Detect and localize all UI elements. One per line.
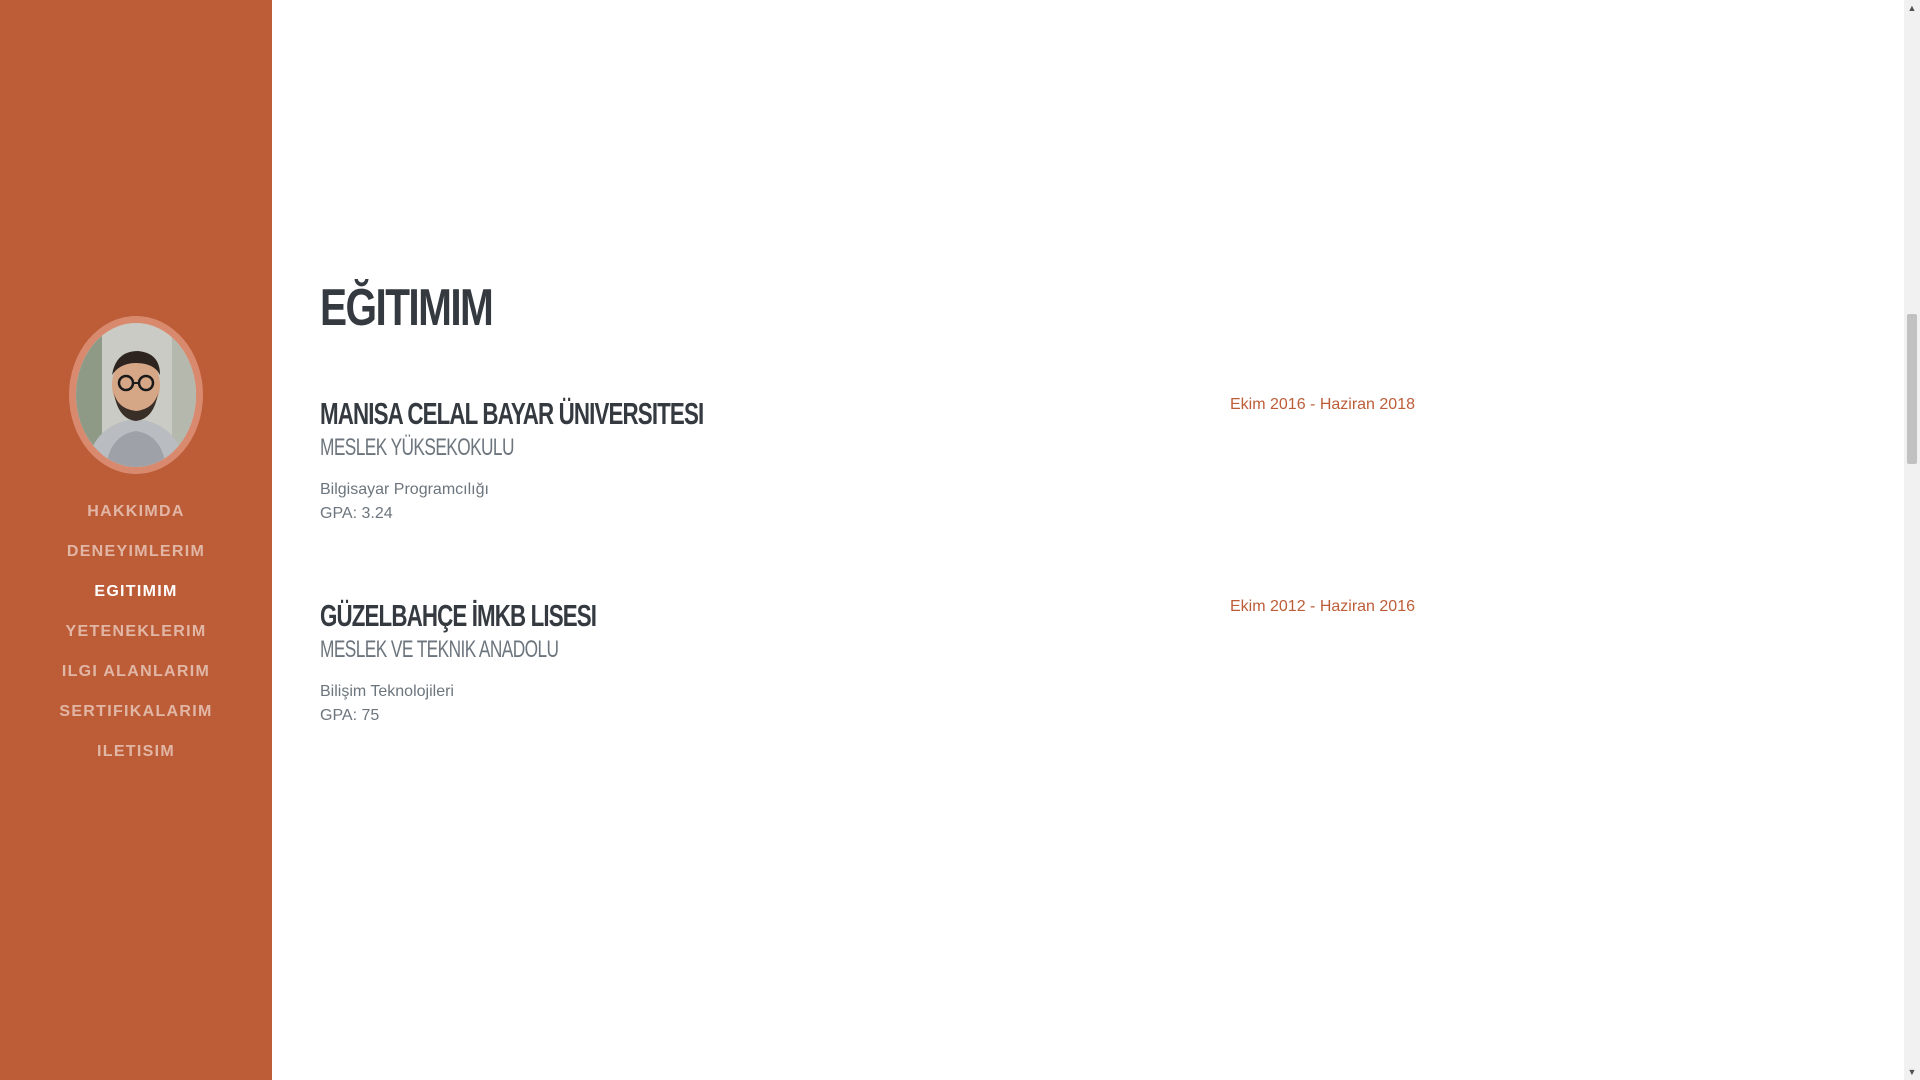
profile-photo	[76, 323, 196, 467]
program-name: Bilgisayar Programcılığı	[320, 481, 489, 498]
school-unit: MESLEK VE TEKNIK ANADOLU	[320, 636, 559, 663]
gpa-value: GPA: 75	[320, 707, 380, 724]
avatar-frame	[69, 316, 203, 474]
nav-item-deneyimlerim: DENEYIMLERIM	[0, 536, 272, 576]
nav-item-yeteneklerim: YETENEKLERIM	[0, 616, 272, 656]
date-range: Ekim 2016 - Haziran 2018	[1230, 396, 1415, 413]
scroll-down-arrow-icon[interactable]: ▼	[1904, 1064, 1920, 1080]
scroll-up-arrow-icon[interactable]: ▲	[1904, 0, 1920, 16]
nav-link-ilgi-alanlarim[interactable]: ILGI ALANLARIM	[62, 663, 210, 680]
scrollbar-thumb[interactable]	[1907, 314, 1917, 464]
sidebar: HAKKIMDA DENEYIMLERIM EGITIMIM YETENEKLE…	[0, 0, 272, 1080]
main-content: EĞITIMIM MANISA CELAL BAYAR ÜNIVERSITESI…	[272, 0, 1904, 1080]
avatar[interactable]	[76, 323, 196, 467]
school-name: MANISA CELAL BAYAR ÜNIVERSITESI	[320, 396, 704, 431]
education-entry: MANISA CELAL BAYAR ÜNIVERSITESI MESLEK Y…	[320, 396, 1460, 526]
gpa-value: GPA: 3.24	[320, 505, 393, 522]
nav-link-hakkimda[interactable]: HAKKIMDA	[87, 503, 185, 520]
sidebar-nav: HAKKIMDA DENEYIMLERIM EGITIMIM YETENEKLE…	[0, 496, 272, 776]
nav-item-iletisim: ILETISIM	[0, 736, 272, 776]
vertical-scrollbar[interactable]: ▲ ▼	[1904, 0, 1920, 1080]
nav-item-sertifikalarim: SERTIFIKALARIM	[0, 696, 272, 736]
program-name: Bilişim Teknolojileri	[320, 683, 454, 700]
nav-item-hakkimda: HAKKIMDA	[0, 496, 272, 536]
nav-item-egitimim: EGITIMIM	[0, 576, 272, 616]
nav-link-iletisim[interactable]: ILETISIM	[97, 743, 175, 760]
date-range: Ekim 2012 - Haziran 2016	[1230, 598, 1415, 615]
nav-link-yeteneklerim[interactable]: YETENEKLERIM	[66, 623, 207, 640]
nav-link-sertifikalarim[interactable]: SERTIFIKALARIM	[59, 703, 212, 720]
school-name: GÜZELBAHÇE İMKB LISESI	[320, 598, 597, 633]
school-unit: MESLEK YÜKSEKOKULU	[320, 434, 514, 461]
nav-item-ilgi-alanlarim: ILGI ALANLARIM	[0, 656, 272, 696]
education-entry: GÜZELBAHÇE İMKB LISESI MESLEK VE TEKNIK …	[320, 598, 1460, 728]
nav-link-egitimim[interactable]: EGITIMIM	[94, 583, 177, 600]
section-title: EĞITIMIM	[320, 279, 494, 337]
nav-link-deneyimlerim[interactable]: DENEYIMLERIM	[67, 543, 205, 560]
